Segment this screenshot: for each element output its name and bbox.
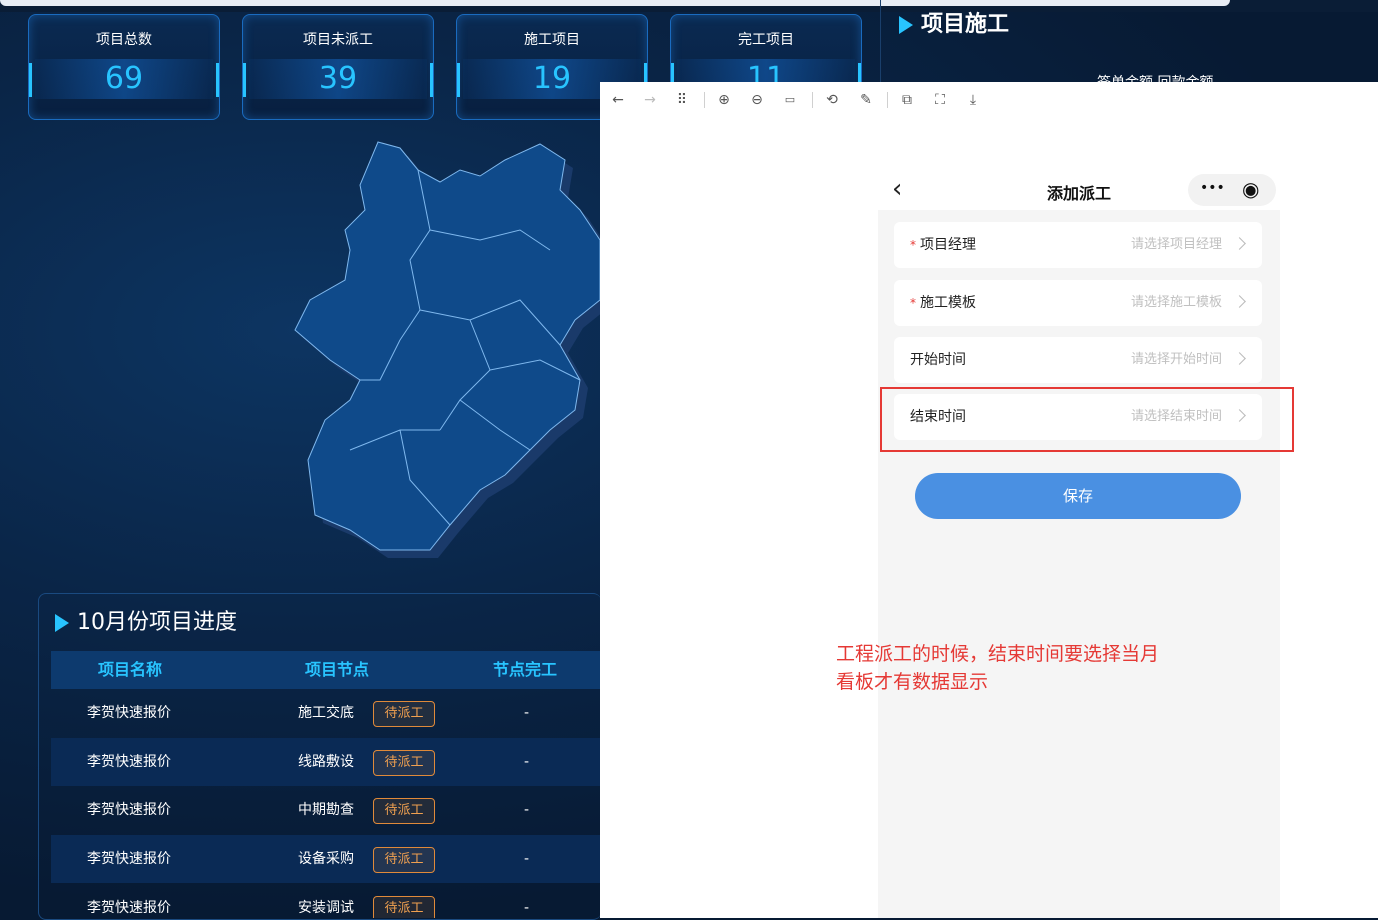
copy-icon[interactable]: ⧉ [897, 90, 917, 110]
header-node-done: 节点完工 [493, 660, 558, 679]
cell-project-node: 安装调试 [298, 900, 354, 916]
table-header: 项目名称 项目节点 节点完工 [51, 651, 600, 689]
table-row[interactable]: 李贺快速报价 安装调试 待派工 - [51, 884, 600, 918]
field-start-time[interactable]: 开始时间 请选择开始时间 [894, 337, 1262, 383]
rotate-icon[interactable]: ⟲ [822, 90, 842, 110]
chevron-right-icon [1233, 237, 1246, 250]
cell-project-name: 李贺快速报价 [87, 754, 171, 770]
stat-value: 39 [249, 59, 427, 99]
status-badge: 待派工 [373, 701, 435, 727]
field-placeholder: 请选择施工模板 [1130, 295, 1222, 310]
cell-node-done: - [524, 851, 530, 867]
cell-project-node: 线路敷设 [298, 754, 354, 770]
save-button[interactable]: 保存 [915, 473, 1241, 519]
cell-project-name: 李贺快速报价 [87, 851, 171, 867]
fit-icon[interactable]: ▭ [780, 90, 800, 110]
stat-label: 项目总数 [96, 32, 152, 48]
annotation-highlight-box [880, 387, 1294, 452]
construction-panel: 项目施工 签单金额 回款金额 [880, 0, 1378, 91]
cell-project-name: 李贺快速报价 [87, 900, 171, 916]
edit-icon[interactable]: ✎ [856, 90, 876, 110]
stat-card-undispatched: 项目未派工 39 [242, 14, 434, 120]
stat-label: 施工项目 [524, 32, 580, 48]
forward-arrow-icon[interactable]: → [640, 90, 660, 110]
header-project-name: 项目名称 [98, 660, 163, 679]
field-construction-template[interactable]: * 施工模板 请选择施工模板 [894, 280, 1262, 326]
field-placeholder: 请选择开始时间 [1130, 352, 1222, 367]
status-badge: 待派工 [373, 847, 435, 873]
cell-project-node: 施工交底 [298, 705, 354, 721]
field-label: 开始时间 [910, 352, 966, 368]
annotation-note: 工程派工的时候，结束时间要选择当月 看板才有数据显示 [836, 640, 1256, 696]
status-badge: 待派工 [373, 798, 435, 824]
header-project-node: 项目节点 [305, 660, 370, 679]
cell-project-node: 设备采购 [298, 851, 354, 867]
more-icon[interactable]: ••• [1200, 180, 1225, 196]
cell-project-name: 李贺快速报价 [87, 705, 171, 721]
chevron-right-icon [1233, 352, 1246, 365]
status-badge: 待派工 [373, 896, 435, 918]
field-label: 施工模板 [920, 295, 976, 311]
table-row[interactable]: 李贺快速报价 施工交底 待派工 - [51, 689, 600, 737]
download-icon[interactable]: ⤓ [963, 90, 983, 110]
progress-title: 10月份项目进度 [55, 604, 237, 636]
stat-label: 项目未派工 [303, 32, 373, 48]
triangle-icon [899, 16, 913, 34]
cell-node-done: - [524, 754, 530, 770]
capsule-menu[interactable]: ••• ◉ [1188, 174, 1276, 206]
chevron-right-icon [1233, 295, 1246, 308]
construction-title: 项目施工 [899, 6, 1009, 38]
cell-node-done: - [524, 802, 530, 818]
annotation-line: 看板才有数据显示 [836, 671, 989, 693]
zoom-in-icon[interactable]: ⊕ [714, 90, 734, 110]
table-row[interactable]: 李贺快速报价 设备采购 待派工 - [51, 835, 600, 883]
stat-label: 完工项目 [738, 32, 794, 48]
table-row[interactable]: 李贺快速报价 中期勘查 待派工 - [51, 786, 600, 834]
stat-card-total: 项目总数 69 [28, 14, 220, 120]
record-icon[interactable]: ◉ [1242, 177, 1259, 201]
table-row[interactable]: 李贺快速报价 线路敷设 待派工 - [51, 738, 600, 786]
triangle-icon [55, 614, 69, 632]
back-arrow-icon[interactable]: ← [608, 90, 628, 110]
zoom-out-icon[interactable]: ⊖ [747, 90, 767, 110]
cell-node-done: - [524, 900, 530, 916]
cell-project-node: 中期勘查 [298, 802, 354, 818]
required-mark: * [910, 238, 916, 252]
grid-icon[interactable]: ⠿ [672, 90, 692, 110]
nav-bar: ‹ 添加派工 ••• ◉ [878, 170, 1280, 210]
cell-node-done: - [524, 705, 530, 721]
cell-project-name: 李贺快速报价 [87, 802, 171, 818]
fullscreen-icon[interactable]: ⛶ [930, 90, 950, 110]
annotation-line: 工程派工的时候，结束时间要选择当月 [836, 643, 1160, 665]
mini-program-screen: ‹ 添加派工 ••• ◉ * 项目经理 请选择项目经理 * 施工模板 请选择施工模板… [878, 170, 1280, 918]
field-placeholder: 请选择项目经理 [1130, 237, 1222, 252]
status-badge: 待派工 [373, 750, 435, 776]
required-mark: * [910, 296, 916, 310]
stat-value: 69 [35, 59, 213, 99]
field-label: 项目经理 [920, 237, 976, 253]
field-project-manager[interactable]: * 项目经理 请选择项目经理 [894, 222, 1262, 268]
region-map[interactable] [290, 130, 600, 560]
